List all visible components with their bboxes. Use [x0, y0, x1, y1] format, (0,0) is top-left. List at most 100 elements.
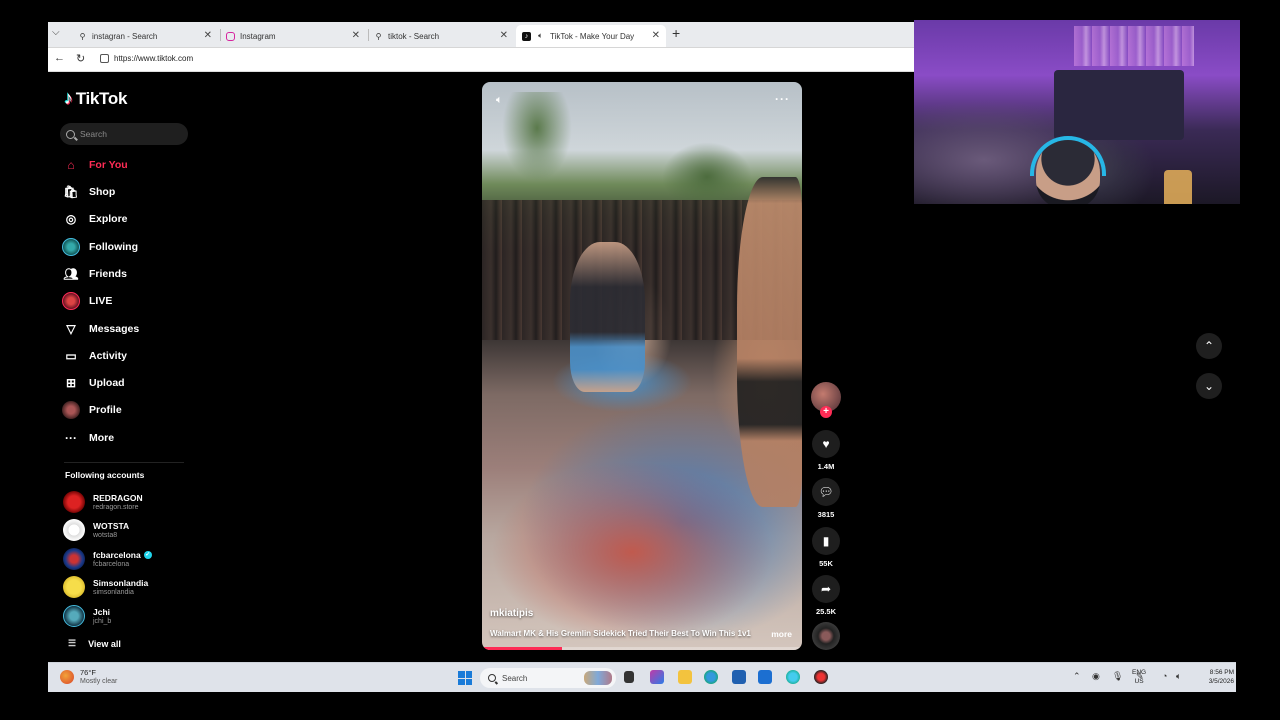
nav-live[interactable]: LIVE [62, 290, 112, 312]
weather-temperature[interactable]: 76°F [80, 668, 96, 677]
more-options-icon[interactable]: ··· [775, 92, 790, 106]
tiktok-logo[interactable]: ♪ TikTok [64, 88, 127, 109]
back-arrow-icon[interactable]: ← [54, 52, 65, 64]
tab-title: tiktok - Search [388, 31, 440, 41]
wifi-icon[interactable]: ◔ [1162, 671, 1167, 681]
tab-instagram[interactable]: Instagram ✕ [220, 25, 366, 47]
edge-icon[interactable] [704, 670, 718, 684]
tab-tiktok-search[interactable]: ⚲ tiktok - Search ✕ [368, 25, 514, 47]
upload-icon: ⊞ [65, 376, 77, 390]
comment-action[interactable]: 💬︎ 3815 [810, 478, 842, 519]
save-action[interactable]: ▮ 55K [810, 527, 842, 568]
nav-label: Friends [89, 268, 127, 280]
clock[interactable]: 8:56 PM 3/5/2026 [1196, 668, 1234, 686]
volume-icon[interactable]: 🔈︎ [496, 94, 503, 107]
heart-icon[interactable]: ♥ [812, 430, 840, 458]
account-handle: jchi_b [93, 618, 112, 625]
tab-list-chevron-icon[interactable]: ⌵ [52, 27, 60, 38]
comment-icon[interactable]: 💬︎ [812, 478, 840, 506]
outlook-icon[interactable] [758, 670, 772, 684]
previous-video-arrow-icon[interactable]: ⌃ [1196, 333, 1222, 359]
nav-more[interactable]: ··· More [62, 427, 114, 449]
nav-shop[interactable]: 🛍︎ Shop [62, 181, 115, 203]
instagram-icon [226, 31, 235, 41]
tab-close-icon[interactable]: ✕ [352, 30, 360, 41]
new-tab-plus-icon[interactable]: + [672, 25, 680, 41]
volume-icon[interactable]: 🔈︎ [1176, 671, 1181, 682]
nav-label: Shop [89, 186, 116, 198]
copilot-icon[interactable] [650, 670, 664, 684]
address-bar: ← ↻ https://www.tiktok.com [48, 48, 914, 72]
site-info-icon[interactable] [100, 54, 109, 63]
account-name: REDRAGON [93, 493, 143, 503]
search-box[interactable] [60, 123, 188, 145]
store-icon[interactable] [732, 670, 746, 684]
account-jchi[interactable]: Jchi jchi_b [63, 604, 111, 628]
account-redragon[interactable]: REDRAGON redragon.store [63, 490, 143, 514]
search-input[interactable] [80, 129, 180, 139]
tab-close-icon[interactable]: ✕ [652, 30, 660, 41]
share-action[interactable]: ➦ 25.5K [810, 575, 842, 616]
account-name: fcbarcelona ✓ [93, 550, 152, 560]
network-shield-icon[interactable]: ◉ [1092, 671, 1100, 682]
game-app-icon[interactable] [814, 670, 828, 684]
like-action[interactable]: ♥ 1.4M [810, 430, 842, 471]
comment-count: 3815 [817, 510, 835, 519]
avatar [63, 491, 85, 513]
music-disc-icon[interactable] [812, 622, 840, 650]
weather-description[interactable]: Mostly clear [80, 678, 117, 685]
compass-icon: ◎ [65, 212, 77, 226]
nav-upload[interactable]: ⊞ Upload [62, 372, 125, 394]
follow-plus-icon[interactable]: + [820, 406, 832, 418]
avatar [63, 605, 85, 627]
microphone-icon[interactable]: 🎙︎ [1112, 671, 1123, 682]
nav-profile[interactable]: Profile [62, 399, 122, 421]
shop-icon: 🛍︎ [63, 185, 79, 199]
tab-close-icon[interactable]: ✕ [204, 30, 212, 41]
tab-tiktok-active[interactable]: ♪ 🔈︎ TikTok - Make Your Day ✕ [516, 25, 666, 47]
next-video-arrow-icon[interactable]: ⌄ [1196, 373, 1222, 399]
webcam-detail [1054, 70, 1184, 140]
bookmark-icon[interactable]: ▮ [812, 527, 840, 555]
tab-instagran-search[interactable]: ⚲ instagran - Search ✕ [72, 25, 218, 47]
nav-messages[interactable]: ▽ Messages [62, 318, 139, 340]
account-name: Jchi [93, 607, 111, 617]
reload-icon[interactable]: ↻ [76, 52, 85, 65]
tab-title: instagran - Search [92, 31, 158, 41]
browser-tab-bar: ⌵ ⚲ instagran - Search ✕ Instagram ✕ ⚲ t… [48, 22, 914, 48]
windows-start-icon[interactable] [458, 671, 472, 685]
account-wotsta[interactable]: WOTSTA wotsta8 [63, 518, 129, 542]
video-progress-bar[interactable] [482, 647, 802, 650]
tiktok-page: ♪ TikTok ⌂ For You 🛍︎ Shop ◎ Explore Fol… [48, 72, 914, 662]
following-accounts-title: Following accounts [65, 470, 145, 480]
messages-icon: ▽ [66, 322, 76, 336]
nav-label: Upload [89, 377, 125, 389]
nav-friends[interactable]: 👥︎ Friends [62, 263, 127, 285]
caption-more-button[interactable]: more [771, 629, 792, 639]
video-author[interactable]: mkiatipis [490, 608, 533, 619]
view-all-link[interactable]: ☰ View all [68, 638, 121, 649]
nav-label: Messages [89, 323, 140, 335]
url-field[interactable]: https://www.tiktok.com [114, 54, 193, 63]
nav-label: For You [89, 159, 128, 171]
nav-label: Profile [89, 404, 122, 416]
task-view-icon[interactable] [624, 671, 634, 683]
nav-explore[interactable]: ◎ Explore [62, 208, 128, 230]
edge-beta-icon[interactable] [786, 670, 800, 684]
nav-for-you[interactable]: ⌂ For You [62, 154, 128, 176]
video-caption: Walmart MK & His Gremlin Sidekick Tried … [490, 629, 751, 638]
share-icon[interactable]: ➦ [812, 575, 840, 603]
view-all-label: View all [88, 638, 121, 649]
file-explorer-icon[interactable] [678, 670, 692, 684]
video-player[interactable]: 🔈︎ ··· mkiatipis Walmart MK & His Gremli… [482, 82, 802, 650]
nav-following[interactable]: Following [62, 236, 138, 258]
account-fcbarcelona[interactable]: fcbarcelona ✓ fcbarcelona [63, 547, 152, 571]
account-simsonlandia[interactable]: Simsonlandia simsonlandia [63, 575, 148, 599]
share-count: 25.5K [815, 607, 836, 616]
tray-overflow-chevron-icon[interactable]: ⌃ [1073, 671, 1081, 682]
nav-activity[interactable]: ▭ Activity [62, 345, 127, 367]
tab-close-icon[interactable]: ✕ [500, 30, 508, 41]
language-indicator[interactable]: ENG US [1132, 668, 1146, 686]
taskbar-search[interactable]: Search [480, 668, 616, 688]
weather-icon[interactable] [60, 670, 74, 684]
